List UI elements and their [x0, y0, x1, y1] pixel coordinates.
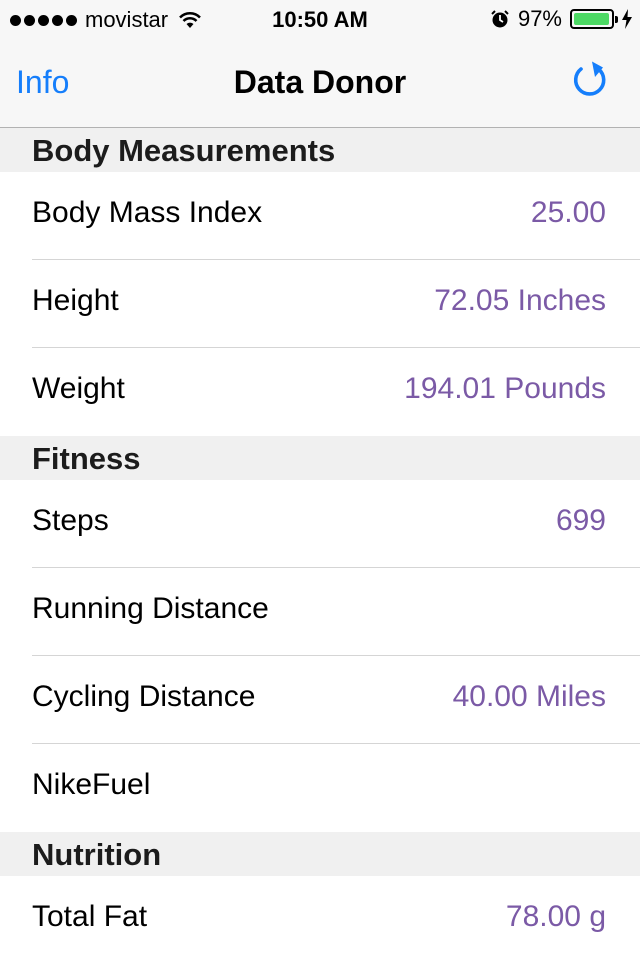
- list-item[interactable]: Running Distance: [0, 568, 640, 656]
- list-item-value: 72.05 Inches: [434, 284, 606, 317]
- list-item[interactable]: Weight 194.01 Pounds: [0, 348, 640, 436]
- list-item[interactable]: NikeFuel: [0, 744, 640, 832]
- health-data-list: Body Measurements Body Mass Index 25.00 Hei…: [0, 128, 640, 964]
- list-item-value: 40.00 Miles: [452, 680, 606, 713]
- list-item-label: Body Mass Index: [32, 196, 263, 229]
- section-header: Body Measurements: [0, 128, 640, 172]
- navigation-bar: Info Data Donor: [0, 40, 640, 128]
- list-item[interactable]: Total Fat 78.00 g: [0, 876, 640, 964]
- list-item[interactable]: Height 72.05 Inches: [0, 260, 640, 348]
- list-item-label: Weight: [32, 372, 125, 405]
- list-item[interactable]: Cycling Distance 40.00 Miles: [0, 656, 640, 744]
- section-header: Fitness: [0, 436, 640, 480]
- status-right: 97%: [490, 6, 632, 32]
- list-item-value: 699: [555, 504, 606, 537]
- list-item-label: Cycling Distance: [32, 680, 256, 713]
- battery-percentage: 97%: [517, 6, 562, 31]
- list-item-label: Total Fat: [32, 900, 148, 933]
- list-item[interactable]: Body Mass Index 25.00: [0, 172, 640, 260]
- battery-level: [574, 13, 609, 25]
- list-item-label: Steps: [32, 504, 109, 537]
- list-item-value: 25.00: [530, 196, 606, 229]
- refresh-icon[interactable]: [568, 60, 612, 104]
- list-item-value: 78.00 g: [505, 900, 606, 933]
- status-bar: movistar 10:50 AM 97%: [0, 0, 640, 40]
- battery-icon: [570, 9, 618, 29]
- list-item-value: 194.01 Pounds: [404, 372, 606, 405]
- list-item[interactable]: Steps 699: [0, 480, 640, 568]
- page-title: Data Donor: [233, 64, 407, 100]
- section-header: Nutrition: [0, 832, 640, 876]
- alarm-clock-icon: [491, 10, 509, 28]
- list-item-label: Running Distance: [32, 592, 269, 625]
- charging-bolt-icon: [622, 9, 632, 29]
- list-item-label: NikeFuel: [32, 768, 151, 801]
- list-item-label: Height: [32, 284, 119, 317]
